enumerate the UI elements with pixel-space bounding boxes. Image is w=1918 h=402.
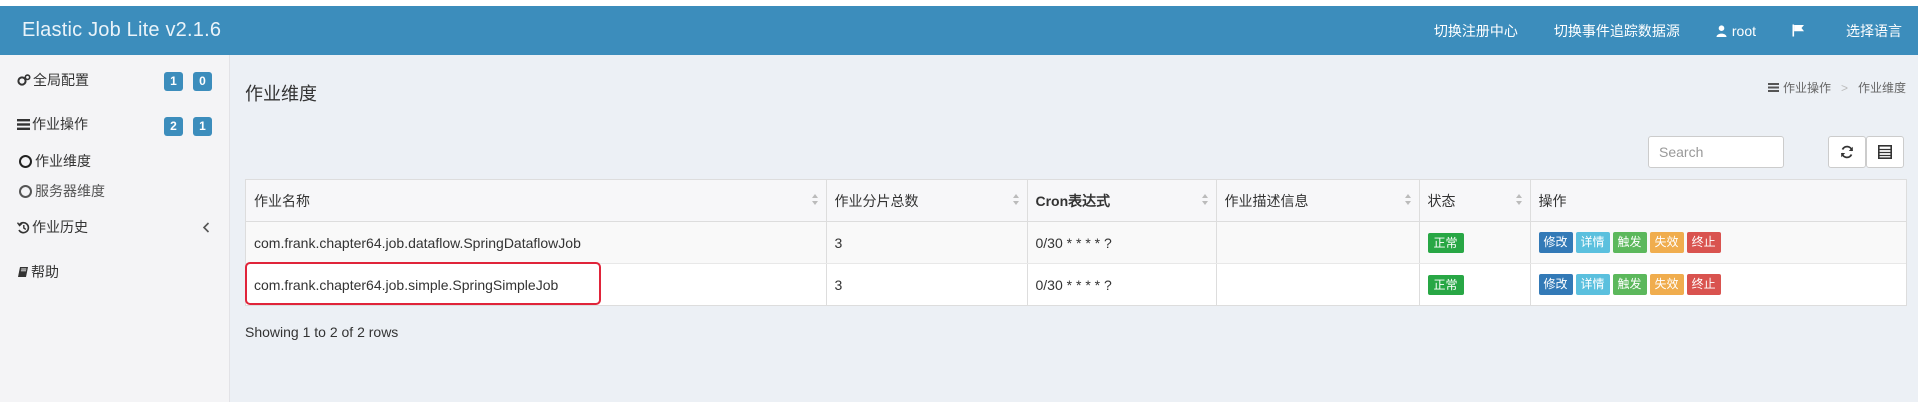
trigger-button[interactable]: 触发 xyxy=(1612,232,1647,253)
nav-flag[interactable] xyxy=(1792,24,1810,37)
column-header-job-name[interactable]: 作业名称 xyxy=(246,180,827,222)
columns-icon xyxy=(1878,145,1892,159)
nav-switch-registry-label: 切换注册中心 xyxy=(1433,22,1518,39)
count-badge: 2 xyxy=(164,117,183,136)
table-row: com.frank.chapter64.job.simple.SpringSim… xyxy=(246,263,1906,305)
column-header-actions: 操作 xyxy=(1530,180,1906,222)
column-header-label: 作业分片总数 xyxy=(834,192,919,209)
cell-shards: 3 xyxy=(826,221,1028,264)
cell-job-name: com.frank.chapter64.job.simple.SpringSim… xyxy=(246,263,827,305)
sidebar-item-label: 帮助 xyxy=(31,264,59,280)
sidebar-subitem-job-dimension[interactable]: 作业维度 xyxy=(19,151,91,171)
detail-button[interactable]: 详情 xyxy=(1575,274,1610,295)
shutdown-button[interactable]: 终止 xyxy=(1686,232,1721,253)
sidebar-item-help[interactable]: 帮助 xyxy=(17,262,59,282)
column-header-description[interactable]: 作业描述信息 xyxy=(1216,180,1420,222)
tasks-icon xyxy=(1767,83,1779,92)
breadcrumb: 作业操作 > 作业维度 xyxy=(1767,79,1906,96)
sidebar-subitem-label: 服务器维度 xyxy=(35,183,105,199)
sidebar-item-job-operation[interactable]: 作业操作 xyxy=(17,114,88,134)
sidebar-item-label: 全局配置 xyxy=(33,72,89,88)
status-badge: 正常 xyxy=(1427,232,1464,253)
shutdown-button[interactable]: 终止 xyxy=(1686,274,1721,295)
cell-cron: 0/30 * * * * ? xyxy=(1027,263,1217,305)
sort-icon xyxy=(811,194,819,206)
disable-button[interactable]: 失效 xyxy=(1649,274,1684,295)
nav-language[interactable]: 选择语言 xyxy=(1846,21,1902,41)
refresh-icon xyxy=(1841,145,1853,159)
app-title[interactable]: Elastic Job Lite v2.1.6 xyxy=(22,6,221,55)
column-header-shards[interactable]: 作业分片总数 xyxy=(826,180,1028,222)
sort-icon xyxy=(1404,194,1412,206)
columns-toggle-button[interactable] xyxy=(1866,136,1904,168)
sort-icon xyxy=(1515,194,1523,206)
cell-actions: 修改 详情 触发 失效 终止 xyxy=(1530,221,1906,264)
search-input[interactable] xyxy=(1648,136,1784,168)
trigger-button[interactable]: 触发 xyxy=(1612,274,1647,295)
cell-shards: 3 xyxy=(826,263,1028,305)
breadcrumb-item-job-operation[interactable]: 作业操作 xyxy=(1783,79,1831,96)
column-header-status[interactable]: 状态 xyxy=(1419,180,1531,222)
refresh-button[interactable] xyxy=(1828,136,1866,168)
nav-switch-event-source-label: 切换事件追踪数据源 xyxy=(1553,22,1680,39)
table-row: com.frank.chapter64.job.dataflow.SpringD… xyxy=(246,221,1906,264)
column-header-label: 状态 xyxy=(1427,192,1456,209)
sidebar-subitem-label: 作业维度 xyxy=(35,153,91,169)
nav-switch-registry[interactable]: 切换注册中心 xyxy=(1434,21,1518,41)
cell-cron: 0/30 * * * * ? xyxy=(1027,221,1217,264)
user-icon xyxy=(1716,24,1727,37)
column-header-label: 作业描述信息 xyxy=(1224,192,1309,209)
column-header-label: Cron表达式 xyxy=(1035,192,1111,209)
tasks-icon xyxy=(17,118,30,130)
count-badge: 0 xyxy=(193,72,212,91)
nav-links: 切换注册中心 切换事件追踪数据源 root 选择语言 xyxy=(1434,6,1918,55)
cell-job-name: com.frank.chapter64.job.dataflow.SpringD… xyxy=(246,221,827,264)
gears-icon xyxy=(17,74,31,86)
sidebar-subitem-server-dimension[interactable]: 服务器维度 xyxy=(19,181,105,201)
column-header-cron[interactable]: Cron表达式 xyxy=(1027,180,1217,222)
cell-status: 正常 xyxy=(1419,263,1531,305)
sidebar-item-global-config[interactable]: 全局配置 xyxy=(17,70,89,90)
detail-button[interactable]: 详情 xyxy=(1575,232,1610,253)
status-badge: 正常 xyxy=(1427,274,1464,295)
nav-language-label: 选择语言 xyxy=(1846,22,1902,39)
nav-user-label: root xyxy=(1731,22,1756,39)
sidebar-item-label: 作业操作 xyxy=(32,116,88,132)
disable-button[interactable]: 失效 xyxy=(1649,232,1684,253)
page-title: 作业维度 xyxy=(245,84,317,104)
history-icon xyxy=(17,221,30,233)
modify-button[interactable]: 修改 xyxy=(1538,232,1573,253)
column-header-label: 操作 xyxy=(1538,192,1567,209)
jobs-table: 作业名称 作业分片总数 Cron表达式 作业描述信息 状态 操作 com.fra… xyxy=(245,179,1907,306)
column-header-label: 作业名称 xyxy=(254,192,310,209)
nav-user[interactable]: root xyxy=(1716,23,1756,39)
sidebar: 全局配置 1 0 作业操作 2 1 作业维度 服务器维度 作业历史 帮助 xyxy=(0,55,230,402)
chevron-left-icon[interactable] xyxy=(202,222,210,233)
breadcrumb-item-job-dimension: 作业维度 xyxy=(1857,81,1906,95)
cell-description xyxy=(1216,221,1420,264)
breadcrumb-separator: > xyxy=(1840,80,1848,95)
nav-switch-event-source[interactable]: 切换事件追踪数据源 xyxy=(1554,21,1680,41)
circle-icon xyxy=(19,154,32,168)
count-badge: 1 xyxy=(193,117,212,136)
navbar: Elastic Job Lite v2.1.6 切换注册中心 切换事件追踪数据源… xyxy=(0,6,1918,55)
sort-icon xyxy=(1012,194,1020,206)
count-badge: 1 xyxy=(164,72,183,91)
cell-description xyxy=(1216,263,1420,305)
sidebar-item-job-history[interactable]: 作业历史 xyxy=(17,217,88,237)
circle-icon xyxy=(19,184,32,198)
flag-icon xyxy=(1792,24,1804,37)
sidebar-item-label: 作业历史 xyxy=(32,219,88,235)
cell-actions: 修改 详情 触发 失效 终止 xyxy=(1530,263,1906,305)
book-icon xyxy=(18,267,28,277)
modify-button[interactable]: 修改 xyxy=(1538,274,1573,295)
pagination-info: Showing 1 to 2 of 2 rows xyxy=(245,324,399,340)
sort-icon xyxy=(1201,194,1209,206)
cell-status: 正常 xyxy=(1419,221,1531,264)
